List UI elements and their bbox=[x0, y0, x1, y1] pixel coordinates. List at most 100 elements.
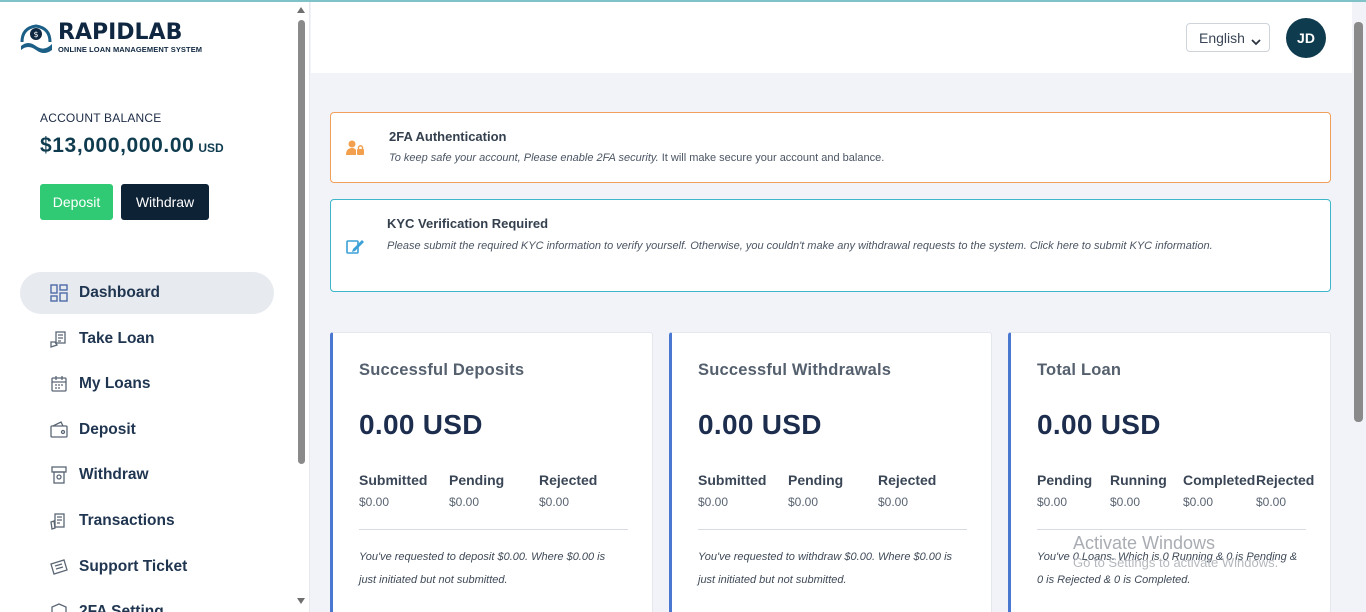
stat-label: Pending bbox=[788, 472, 844, 488]
sidebar-item-label: Dashboard bbox=[79, 284, 160, 301]
sidebar-item-label: Support Ticket bbox=[79, 557, 188, 575]
sidebar-item-label: Deposit bbox=[79, 420, 136, 438]
language-selected: English bbox=[1199, 29, 1245, 46]
language-select[interactable]: English bbox=[1186, 23, 1270, 52]
top-header: English JD bbox=[311, 2, 1352, 73]
user-avatar[interactable]: JD bbox=[1286, 18, 1326, 58]
stat-value: $0.00 bbox=[1037, 495, 1068, 509]
kyc-alert[interactable]: KYC Verification Required Please submit … bbox=[330, 199, 1331, 292]
twofa-alert-text-rest: It will make secure your account and bal… bbox=[658, 152, 885, 164]
sidebar-scrollbar[interactable] bbox=[296, 4, 308, 608]
stat-value: $0.00 bbox=[1183, 495, 1214, 509]
main-scroll-thumb[interactable] bbox=[1354, 22, 1363, 422]
sidebar-item-withdraw[interactable]: Withdraw bbox=[20, 454, 274, 496]
withdrawals-card: Successful Withdrawals 0.00 USD Submitte… bbox=[669, 332, 992, 612]
sidebar-item-my-loans[interactable]: My Loans bbox=[20, 363, 274, 405]
sidebar-item-2fa-setting[interactable]: 2FA Setting bbox=[20, 591, 274, 612]
sidebar-item-transactions[interactable]: Transactions bbox=[20, 500, 274, 542]
sidebar-item-label: 2FA Setting bbox=[79, 603, 164, 612]
top-accent-line bbox=[0, 0, 1366, 2]
deposits-card: Successful Deposits 0.00 USD Submitted $0… bbox=[330, 332, 653, 612]
sidebar-item-dashboard[interactable]: Dashboard bbox=[20, 272, 274, 314]
stat-label: Submitted bbox=[359, 472, 428, 488]
twofa-alert-title: 2FA Authentication bbox=[389, 129, 507, 144]
dashboard-icon bbox=[50, 284, 68, 302]
stat-value: $0.00 bbox=[788, 495, 819, 509]
stat-submitted: Submitted $0.00 bbox=[698, 472, 788, 509]
user-lock-icon bbox=[345, 138, 365, 158]
shield-icon bbox=[50, 603, 68, 612]
card-note: You've requested to withdraw $0.00. Wher… bbox=[698, 551, 953, 586]
stat-value: $0.00 bbox=[359, 495, 390, 509]
card-note: You've requested to deposit $0.00. Where… bbox=[359, 551, 606, 586]
balance-value: $13,000,000.00 bbox=[40, 134, 195, 157]
twofa-alert-text-italic: To keep safe your account, Please enable… bbox=[389, 152, 659, 164]
take-loan-icon bbox=[50, 330, 68, 348]
stat-completed: Completed $0.00 bbox=[1183, 472, 1256, 509]
kyc-alert-text-italic: Please submit the required KYC informati… bbox=[387, 240, 1213, 252]
stat-pending: Pending $0.00 bbox=[449, 472, 539, 509]
stat-pending: Pending $0.00 bbox=[1037, 472, 1110, 509]
withdraw-button[interactable]: Withdraw bbox=[121, 184, 209, 220]
account-balance-amount: $13,000,000.00 USD bbox=[40, 134, 224, 158]
balance-currency: USD bbox=[198, 141, 224, 155]
sidebar-item-label: My Loans bbox=[79, 375, 151, 393]
stat-label: Submitted bbox=[698, 472, 767, 488]
card-stats: Submitted $0.00 Pending $0.00 Rejected $0.0… bbox=[698, 472, 968, 509]
stat-value: $0.00 bbox=[449, 495, 480, 509]
scroll-down-arrow-icon[interactable] bbox=[297, 598, 305, 604]
stat-label: Running bbox=[1110, 472, 1167, 488]
kyc-alert-title: KYC Verification Required bbox=[387, 216, 549, 231]
card-value: 0.00 USD bbox=[359, 409, 483, 440]
stat-label: Pending bbox=[449, 472, 505, 488]
brand-logo[interactable]: $ RAPIDLAB ONLINE LOAN MANAGEMENT SYSTEM bbox=[18, 20, 202, 56]
total-loan-card: Total Loan 0.00 USD Pending $0.00 Running… bbox=[1008, 332, 1331, 612]
kyc-alert-text[interactable]: Please submit the required KYC informati… bbox=[387, 235, 1287, 258]
main-scrollbar[interactable] bbox=[1352, 14, 1366, 612]
stat-value: $0.00 bbox=[698, 495, 729, 509]
card-divider bbox=[1037, 529, 1306, 530]
card-stats: Submitted $0.00 Pending $0.00 Rejected $0.0… bbox=[359, 472, 629, 509]
atm-icon bbox=[50, 466, 68, 485]
scroll-up-arrow-icon[interactable] bbox=[297, 7, 305, 13]
stat-rejected: Rejected $0.00 bbox=[1256, 472, 1322, 509]
card-divider bbox=[359, 529, 628, 530]
brand-subtitle: ONLINE LOAN MANAGEMENT SYSTEM bbox=[58, 45, 203, 54]
twofa-alert[interactable]: 2FA Authentication To keep safe your acc… bbox=[330, 112, 1331, 183]
card-stats: Pending $0.00 Running $0.00 Completed $0.00… bbox=[1037, 472, 1322, 509]
wallet-icon bbox=[50, 420, 68, 439]
edit-document-icon bbox=[345, 236, 365, 256]
sidebar: $ RAPIDLAB ONLINE LOAN MANAGEMENT SYSTEM… bbox=[0, 0, 310, 612]
card-title: Successful Withdrawals bbox=[698, 361, 892, 379]
stat-label: Rejected bbox=[539, 472, 598, 488]
stat-submitted: Submitted $0.00 bbox=[359, 472, 449, 509]
sidebar-scroll-thumb[interactable] bbox=[298, 20, 305, 464]
calendar-icon bbox=[50, 375, 68, 393]
card-title: Total Loan bbox=[1037, 361, 1122, 379]
card-note: You've 0 Loans. Which is 0 Running & 0 i… bbox=[1037, 551, 1298, 586]
deposit-button[interactable]: Deposit bbox=[40, 184, 113, 220]
sidebar-item-support-ticket[interactable]: Support Ticket bbox=[20, 546, 274, 588]
card-value: 0.00 USD bbox=[698, 409, 822, 440]
chevron-down-icon bbox=[1251, 33, 1261, 49]
card-value: 0.00 USD bbox=[1037, 409, 1161, 440]
card-title: Successful Deposits bbox=[359, 361, 525, 379]
card-divider bbox=[698, 529, 967, 530]
sidebar-item-deposit[interactable]: Deposit bbox=[20, 409, 274, 451]
stat-value: $0.00 bbox=[878, 495, 909, 509]
sidebar-item-take-loan[interactable]: Take Loan bbox=[20, 318, 274, 360]
logo-mark-icon: $ bbox=[18, 20, 54, 56]
account-balance-label: ACCOUNT BALANCE bbox=[40, 111, 162, 125]
svg-text:$: $ bbox=[33, 30, 38, 39]
stat-pending: Pending $0.00 bbox=[788, 472, 878, 509]
transactions-icon bbox=[50, 512, 68, 530]
stat-label: Rejected bbox=[1256, 472, 1315, 488]
brand-title: RAPIDLAB bbox=[58, 20, 183, 45]
ticket-icon bbox=[50, 558, 68, 576]
sidebar-item-label: Withdraw bbox=[79, 466, 149, 484]
stat-rejected: Rejected $0.00 bbox=[539, 472, 629, 509]
stat-label: Rejected bbox=[878, 472, 937, 488]
stat-rejected: Rejected $0.00 bbox=[878, 472, 968, 509]
stat-running: Running $0.00 bbox=[1110, 472, 1183, 509]
twofa-alert-text: To keep safe your account, Please enable… bbox=[389, 147, 884, 170]
